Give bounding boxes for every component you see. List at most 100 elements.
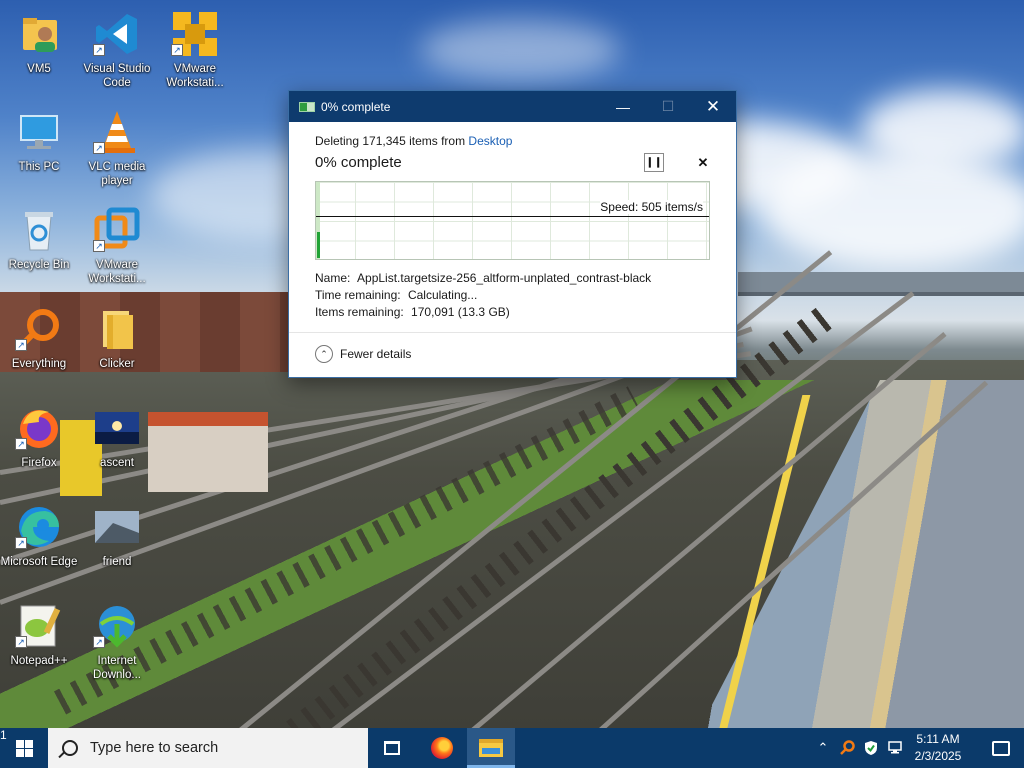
items-remaining-row: Items remaining: 170,091 (13.3 GB) [315, 305, 510, 319]
taskbar-clock[interactable]: 5:11 AM 2/3/2025 [904, 731, 972, 765]
desktop-icon-label: Visual Studio Code [83, 63, 151, 89]
desktop-icon-everything[interactable]: ↗ Everything [0, 299, 78, 391]
desktop-icon-vmware-workstation[interactable]: ↗ VMware Workstati... [156, 4, 234, 96]
computer-icon [15, 108, 63, 156]
shortcut-arrow-icon: ↗ [93, 636, 105, 648]
desktop-icon-vmware-workstation-2[interactable]: ↗ VMware Workstati... [78, 200, 156, 292]
desktop-icon-label: Internet Downlo... [93, 655, 141, 681]
dialog-body: Deleting 171,345 items from Desktop 0% c… [289, 122, 736, 377]
task-view-button[interactable] [368, 728, 416, 768]
pause-button[interactable]: ❙❙ [644, 153, 664, 172]
clock-date: 2/3/2025 [914, 749, 962, 763]
taskbar-search-box[interactable] [48, 728, 368, 768]
start-button[interactable] [0, 728, 48, 768]
desktop-icon-label: Notepad++ [10, 655, 68, 667]
source-location-link[interactable]: Desktop [468, 134, 512, 148]
deleting-prefix: Deleting 171,345 items from [315, 134, 466, 148]
deleting-summary: Deleting 171,345 items from Desktop [315, 134, 512, 148]
shortcut-arrow-icon: ↗ [93, 240, 105, 252]
desktop-icon-label: Clicker [99, 358, 135, 370]
speed-line [316, 216, 709, 217]
divider [289, 332, 736, 333]
desktop-icon-label: VMware Workstati... [166, 63, 224, 89]
image-file-icon [93, 404, 141, 452]
show-hidden-icons-button[interactable]: ⌃ [812, 728, 834, 768]
notification-icon [992, 740, 1010, 756]
speed-graph: Speed: 505 items/s [315, 181, 710, 260]
dialog-title: 0% complete [321, 99, 391, 114]
desktop-icon-firefox[interactable]: ↗ Firefox [0, 398, 78, 490]
progress-app-icon [299, 101, 315, 112]
delete-progress-dialog: 0% complete — ☐ ✕ Deleting 171,345 items… [288, 90, 737, 378]
desktop-icon-label: Microsoft Edge [0, 556, 78, 568]
folder-icon [93, 305, 141, 353]
taskbar: ⌃ 5:11 AM 2/3/2025 1 [0, 728, 1024, 768]
dialog-title-bar[interactable]: 0% complete — ☐ ✕ [289, 91, 736, 122]
search-icon [62, 740, 78, 756]
chevron-up-icon: ⌃ [817, 740, 829, 755]
speed-readout: Speed: 505 items/s [600, 200, 703, 214]
minimize-icon: — [616, 98, 630, 115]
firefox-icon [431, 737, 453, 759]
desktop-icon-label: Firefox [21, 457, 57, 469]
cancel-button[interactable]: ✕ [693, 153, 713, 172]
shortcut-arrow-icon: ↗ [93, 142, 105, 154]
chevron-up-icon: ⌃ [315, 345, 333, 363]
desktop-icon-label: This PC [18, 161, 60, 173]
desktop-icon-internet-download-manager[interactable]: ↗ Internet Downlo... [78, 596, 156, 688]
time-remaining-row: Time remaining: Calculating... [315, 288, 477, 302]
shield-check-icon [865, 741, 877, 755]
desktop-icon-vlc[interactable]: ↗ VLC media player [78, 102, 156, 194]
time-remaining-value: Calculating... [407, 288, 478, 302]
desktop-icon-label: Recycle Bin [8, 259, 70, 271]
items-remaining-value: 170,091 (13.3 GB) [411, 305, 510, 319]
action-center-button[interactable] [978, 728, 1024, 768]
recycle-bin-icon [15, 206, 63, 254]
desktop-icon-label: Everything [11, 358, 67, 370]
name-row: Name: AppList.targetsize-256_altform-unp… [315, 271, 651, 285]
name-value: AppList.targetsize-256_altform-unplated_… [357, 271, 652, 285]
task-view-icon [384, 741, 400, 755]
desktop-icon-clicker[interactable]: Clicker [78, 299, 156, 391]
fewer-details-label: Fewer details [340, 347, 412, 361]
taskbar-file-explorer-button[interactable] [467, 728, 515, 768]
shortcut-arrow-icon: ↗ [15, 537, 27, 549]
cancel-icon: ✕ [697, 154, 709, 170]
shortcut-arrow-icon: ↗ [93, 44, 105, 56]
desktop-icon-vm5[interactable]: VM5 [0, 4, 78, 96]
name-label: Name: [315, 271, 351, 285]
shortcut-arrow-icon: ↗ [15, 636, 27, 648]
fewer-details-button[interactable]: ⌃ Fewer details [315, 345, 411, 363]
desktop-icon-recycle-bin[interactable]: Recycle Bin [0, 200, 78, 292]
desktop-icon-this-pc[interactable]: This PC [0, 102, 78, 194]
minimize-button[interactable]: — [600, 91, 646, 122]
desktop-icon-ascent[interactable]: ascent [78, 398, 156, 490]
shortcut-arrow-icon: ↗ [15, 438, 27, 450]
desktop-icon-label: VLC media player [88, 161, 146, 187]
windows-logo-icon [15, 739, 33, 757]
close-button[interactable]: ✕ [690, 91, 736, 122]
pause-icon: ❙❙ [645, 157, 663, 168]
clock-time: 5:11 AM [916, 732, 960, 746]
desktop-icon-friend[interactable]: friend [78, 497, 156, 589]
time-remaining-label: Time remaining: [315, 288, 401, 302]
tray-everything-button[interactable] [836, 728, 858, 768]
desktop-icon-vscode[interactable]: ↗ Visual Studio Code [78, 4, 156, 96]
desktop-icon-label: ascent [100, 457, 134, 469]
tray-network-button[interactable] [884, 728, 906, 768]
taskbar-firefox-button[interactable] [418, 728, 466, 768]
speed-bar [317, 232, 320, 258]
search-input[interactable] [90, 740, 340, 756]
shortcut-arrow-icon: ↗ [15, 339, 27, 351]
desktop-icon-notepad-plus-plus[interactable]: ↗ Notepad++ [0, 596, 78, 688]
user-folder-icon [15, 10, 63, 58]
network-icon [888, 741, 902, 754]
shortcut-arrow-icon: ↗ [171, 44, 183, 56]
maximize-button: ☐ [645, 91, 691, 122]
file-explorer-icon [479, 739, 503, 757]
everything-search-icon [840, 740, 855, 755]
close-icon: ✕ [705, 96, 721, 116]
desktop-icon-label: VM5 [27, 63, 51, 75]
desktop-icon-edge[interactable]: ↗ Microsoft Edge [0, 497, 78, 589]
tray-security-button[interactable] [860, 728, 882, 768]
